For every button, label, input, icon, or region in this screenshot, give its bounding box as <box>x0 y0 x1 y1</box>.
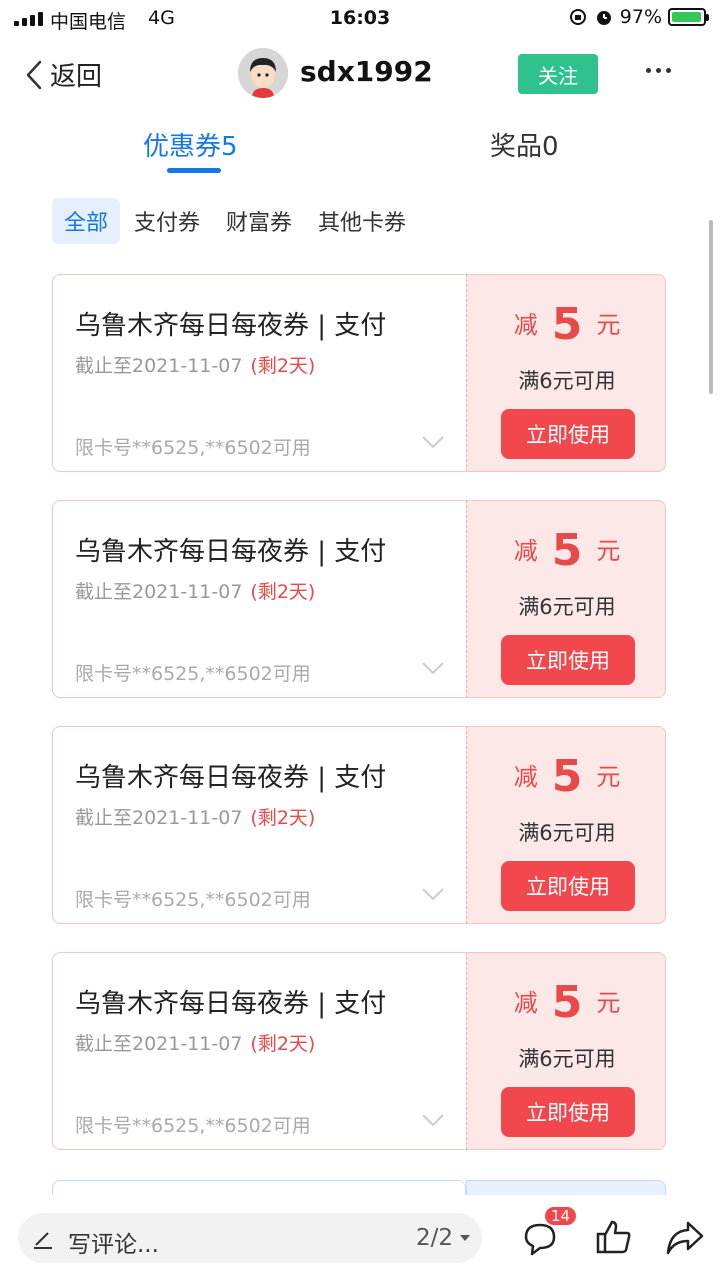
coupon-info: 乌鲁木齐每日每夜券 | 支付 截止至2021-11-07 (剩2天) 限卡号**6… <box>52 952 466 1150</box>
lock-rotation-icon <box>569 9 586 25</box>
coupon-card-restriction: 限卡号**6525,**6502可用 <box>75 437 311 459</box>
amount-unit: 元 <box>596 989 621 1017</box>
amount-value: 5 <box>551 751 583 802</box>
avatar[interactable] <box>238 48 288 98</box>
coupon-card-restriction: 限卡号**6525,**6502可用 <box>75 889 311 911</box>
coupon-info: 乌鲁木齐每日每夜券 | 支付 截止至2021-11-07 (剩2天) 限卡号**6… <box>52 274 466 472</box>
comment-count-badge: 14 <box>543 1205 579 1227</box>
tab-bar: 优惠券5 奖品0 <box>0 122 720 178</box>
coupon-info: 乌鲁木齐每日每夜券 | 支付 截止至2021-11-07 (剩2天) 限卡号**6… <box>52 726 466 924</box>
coupon-condition: 满6元可用 <box>518 369 616 393</box>
coupon-condition: 满6元可用 <box>518 595 616 619</box>
share-icon[interactable] <box>664 1219 706 1257</box>
remaining-days: (剩2天) <box>250 355 316 377</box>
comment-placeholder: 写评论... <box>68 1232 159 1258</box>
tab-prizes[interactable]: 奖品0 <box>490 126 559 163</box>
coupon-expiry: 截止至2021-11-07 (剩2天) <box>75 803 315 830</box>
more-icon[interactable] <box>646 68 671 73</box>
filter-bar: 全部 支付券 财富券 其他卡券 <box>52 198 420 244</box>
coupon-title: 乌鲁木齐每日每夜券 | 支付 <box>75 763 387 793</box>
bottom-bar: 写评论... 2/2 14 <box>0 1195 720 1280</box>
filter-all[interactable]: 全部 <box>52 198 121 244</box>
battery-percent: 97% <box>619 6 662 28</box>
coupon-condition: 满6元可用 <box>518 1047 616 1071</box>
remaining-days: (剩2天) <box>250 807 316 829</box>
like-icon[interactable] <box>594 1217 634 1257</box>
amount-prefix: 减 <box>513 763 538 791</box>
amount-prefix: 减 <box>513 537 538 565</box>
chevron-down-icon[interactable] <box>421 887 445 901</box>
coupon-value-panel: 减5元 满6元可用 立即使用 <box>466 274 666 472</box>
amount-prefix: 减 <box>513 989 538 1017</box>
amount-value: 5 <box>551 977 583 1028</box>
coupon-amount: 减5元 <box>467 751 667 802</box>
expiry-date: 截止至2021-11-07 <box>75 355 243 377</box>
amount-prefix: 减 <box>513 311 538 339</box>
expiry-date: 截止至2021-11-07 <box>75 1033 243 1055</box>
comment-input[interactable]: 写评论... 2/2 <box>18 1213 482 1263</box>
coupon-value-panel: 减5元 满6元可用 立即使用 <box>466 952 666 1150</box>
amount-unit: 元 <box>596 311 621 339</box>
alarm-icon <box>596 11 611 25</box>
header: 返回 sdx1992 关注 <box>0 44 720 108</box>
pen-icon <box>34 1232 52 1249</box>
coupon-title: 乌鲁木齐每日每夜券 | 支付 <box>75 989 387 1019</box>
amount-value: 5 <box>551 525 583 576</box>
use-now-button[interactable]: 立即使用 <box>501 409 635 459</box>
coupon-condition: 满6元可用 <box>518 821 616 845</box>
remaining-days: (剩2天) <box>250 581 316 603</box>
back-button[interactable]: 返回 <box>26 56 102 93</box>
coupon-amount: 减5元 <box>467 525 667 576</box>
coupon-value-panel: 减5元 满6元可用 立即使用 <box>466 726 666 924</box>
back-label: 返回 <box>50 62 103 92</box>
chevron-down-icon[interactable] <box>421 435 445 449</box>
filter-other[interactable]: 其他卡券 <box>306 198 418 244</box>
caret-down-icon <box>460 1235 470 1241</box>
coupon-info: 乌鲁木齐每日每夜券 | 支付 截止至2021-11-07 (剩2天) 限卡号**6… <box>52 500 466 698</box>
chevron-down-icon[interactable] <box>421 1113 445 1127</box>
expiry-date: 截止至2021-11-07 <box>75 807 243 829</box>
tab-coupons[interactable]: 优惠券5 <box>143 126 238 163</box>
coupon-expiry: 截止至2021-11-07 (剩2天) <box>75 577 315 604</box>
amount-unit: 元 <box>596 537 621 565</box>
use-now-button[interactable]: 立即使用 <box>501 635 635 685</box>
coupon-card-restriction: 限卡号**6525,**6502可用 <box>75 1115 311 1137</box>
filter-wealth[interactable]: 财富券 <box>214 198 304 244</box>
expiry-date: 截止至2021-11-07 <box>75 581 243 603</box>
amount-unit: 元 <box>596 763 621 791</box>
active-tab-indicator <box>167 168 221 173</box>
coupon-expiry: 截止至2021-11-07 (剩2天) <box>75 1029 315 1056</box>
coupon-card[interactable]: 乌鲁木齐每日每夜券 | 支付 截止至2021-11-07 (剩2天) 限卡号**6… <box>52 726 666 924</box>
coupon-card[interactable]: 乌鲁木齐每日每夜券 | 支付 截止至2021-11-07 (剩2天) 限卡号**6… <box>52 274 666 472</box>
battery-icon <box>668 8 709 26</box>
coupon-title: 乌鲁木齐每日每夜券 | 支付 <box>75 537 387 567</box>
coupon-title: 乌鲁木齐每日每夜券 | 支付 <box>75 311 387 341</box>
coupon-amount: 减5元 <box>467 977 667 1028</box>
amount-value: 5 <box>551 299 583 350</box>
filter-payment[interactable]: 支付券 <box>122 198 212 244</box>
coupon-value-panel: 减5元 满6元可用 立即使用 <box>466 500 666 698</box>
status-bar: 中国电信 4G 16:03 97% <box>0 0 720 38</box>
chevron-down-icon[interactable] <box>421 661 445 675</box>
remaining-days: (剩2天) <box>250 1033 316 1055</box>
coupon-card[interactable]: 乌鲁木齐每日每夜券 | 支付 截止至2021-11-07 (剩2天) 限卡号**6… <box>52 952 666 1150</box>
coupon-card-restriction: 限卡号**6525,**6502可用 <box>75 663 311 685</box>
use-now-button[interactable]: 立即使用 <box>501 1087 635 1137</box>
page-indicator[interactable]: 2/2 <box>416 1225 453 1251</box>
follow-button[interactable]: 关注 <box>518 54 598 94</box>
coupon-amount: 减5元 <box>467 299 667 350</box>
coupon-expiry: 截止至2021-11-07 (剩2天) <box>75 351 315 378</box>
coupon-card[interactable]: 乌鲁木齐每日每夜券 | 支付 截止至2021-11-07 (剩2天) 限卡号**6… <box>52 500 666 698</box>
scrollbar[interactable] <box>709 220 713 394</box>
username: sdx1992 <box>300 55 433 88</box>
back-chevron-icon <box>26 60 42 89</box>
use-now-button[interactable]: 立即使用 <box>501 861 635 911</box>
status-right: 97% <box>568 6 709 28</box>
